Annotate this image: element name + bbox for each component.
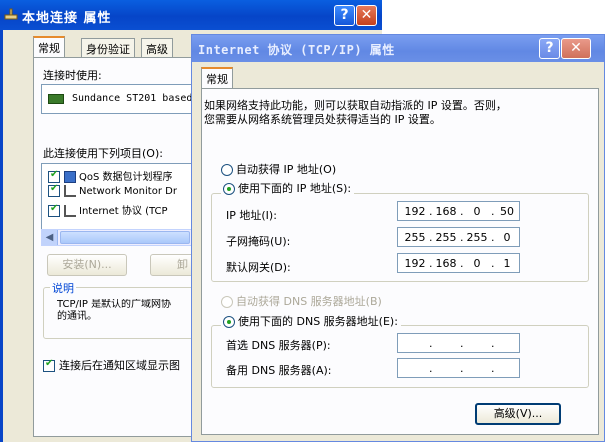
item-checkbox[interactable] [48, 169, 60, 183]
ip-octet: 255 [404, 231, 426, 244]
tab-general[interactable]: 常规 [201, 67, 233, 89]
list-item[interactable]: QoS 数据包计划程序 [48, 168, 173, 184]
notify-checkbox[interactable] [43, 358, 55, 372]
ip-manual-label: 使用下面的 IP 地址(S): [238, 182, 352, 195]
uninstall-button[interactable]: 卸 [150, 254, 196, 276]
intro-line: 如果网络支持此功能，则可以获取自动指派的 IP 设置。否则， [204, 99, 507, 112]
dns-auto-radio[interactable] [221, 296, 233, 308]
item-label: QoS 数据包计划程序 [79, 172, 173, 183]
description-legend: 说明 [50, 280, 76, 296]
item-label: Network Monitor Dr [79, 186, 177, 197]
item-label: Internet 协议 (TCP [79, 206, 168, 217]
gateway-label: 默认网关(D): [226, 261, 291, 274]
ip-auto-radio[interactable] [221, 164, 233, 176]
dns-manual-option[interactable]: 使用下面的 DNS 服务器地址(E): [221, 313, 401, 329]
ip-octet: 192 [404, 257, 426, 270]
description-line: TCP/IP 是默认的广域网协 [57, 299, 172, 310]
ip-octet: 0 [473, 257, 481, 270]
adapter-name: Sundance ST201 based [72, 93, 193, 104]
item-checkbox[interactable] [48, 203, 60, 217]
adapter-field: Sundance ST201 based [41, 84, 201, 114]
preferred-dns-label: 首选 DNS 服务器(P): [226, 339, 331, 352]
back-title-bar[interactable]: 本地连接 属性 [0, 0, 382, 30]
dns-auto-option[interactable]: 自动获得 DNS 服务器地址(B) [221, 293, 382, 309]
items-label: 此连接使用下列项目(O): [43, 147, 163, 160]
ip-address-label: IP 地址(I): [226, 209, 277, 222]
advanced-button[interactable]: 高级(V)... [475, 403, 561, 425]
ip-octet: 1 [503, 257, 511, 270]
close-button[interactable]: ✕ [356, 5, 377, 26]
description-line: 的通讯。 [57, 311, 97, 322]
install-button[interactable]: 安装(N)... [47, 254, 127, 276]
subnet-mask-input[interactable]: 255 . 255 . 255 . 0 [397, 227, 520, 247]
dns-auto-label: 自动获得 DNS 服务器地址(B) [236, 295, 382, 308]
network-protocol-icon [64, 185, 76, 197]
ip-octet: 255 [435, 231, 457, 244]
ip-octet: 168 [435, 257, 457, 270]
ip-octet: 168 [435, 205, 457, 218]
qos-scheduler-icon [64, 171, 76, 183]
ip-manual-option[interactable]: 使用下面的 IP 地址(S): [221, 180, 355, 196]
ip-octet: 192 [404, 205, 426, 218]
dns-manual-label: 使用下面的 DNS 服务器地址(E): [238, 315, 398, 328]
tab-authentication[interactable]: 身份验证 [81, 38, 135, 58]
scroll-left-icon[interactable]: ◀ [42, 230, 58, 245]
tcpip-properties-dialog: Internet 协议 (TCP/IP) 属性 ? ✕ 常规 如果网络支持此功能… [191, 34, 605, 442]
item-checkbox[interactable] [48, 183, 60, 197]
intro-text: 如果网络支持此功能，则可以获取自动指派的 IP 设置。否则， 您需要从网络系统管… [204, 99, 507, 127]
ip-auto-label: 自动获得 IP 地址(O) [236, 163, 337, 176]
ip-octet: 255 [466, 231, 488, 244]
preferred-dns-input[interactable]: . . . [397, 333, 520, 353]
list-item[interactable]: Internet 协议 (TCP [48, 202, 168, 218]
dialog-title: Internet 协议 (TCP/IP) 属性 [198, 43, 395, 57]
back-window-title: 本地连接 属性 [22, 11, 112, 26]
network-protocol-icon [64, 205, 76, 217]
intro-line: 您需要从网络系统管理员处获得适当的 IP 设置。 [204, 113, 441, 126]
tab-general[interactable]: 常规 [33, 36, 65, 58]
alternate-dns-label: 备用 DNS 服务器(A): [226, 364, 332, 377]
ip-manual-radio[interactable] [223, 183, 235, 195]
notify-checkbox-row[interactable]: 连接后在通知区域显示图 [43, 357, 180, 373]
network-adapter-icon [48, 94, 64, 104]
ip-address-input[interactable]: 192 . 168 . 0 . 50 [397, 201, 520, 221]
help-button[interactable]: ? [334, 5, 355, 26]
ip-octet: 0 [473, 205, 481, 218]
connect-using-label: 连接时使用: [43, 69, 102, 82]
subnet-mask-label: 子网掩码(U): [226, 235, 291, 248]
help-button[interactable]: ? [539, 38, 560, 59]
network-connection-icon [4, 8, 18, 20]
scroll-thumb[interactable] [60, 231, 190, 244]
ip-auto-option[interactable]: 自动获得 IP 地址(O) [221, 161, 336, 177]
notify-label: 连接后在通知区域显示图 [59, 359, 180, 372]
dns-manual-radio[interactable] [223, 316, 235, 328]
ip-octet: 50 [500, 205, 514, 218]
close-button[interactable]: ✕ [561, 38, 591, 59]
gateway-input[interactable]: 192 . 168 . 0 . 1 [397, 253, 520, 273]
description-text: TCP/IP 是默认的广域网协 的通讯。 [57, 299, 197, 323]
tab-advanced[interactable]: 高级 [141, 38, 173, 58]
ip-octet: 0 [503, 231, 511, 244]
horizontal-scrollbar[interactable]: ◀ [41, 229, 196, 246]
list-item[interactable]: Network Monitor Dr [48, 183, 177, 201]
alternate-dns-input[interactable]: . . . [397, 358, 520, 378]
